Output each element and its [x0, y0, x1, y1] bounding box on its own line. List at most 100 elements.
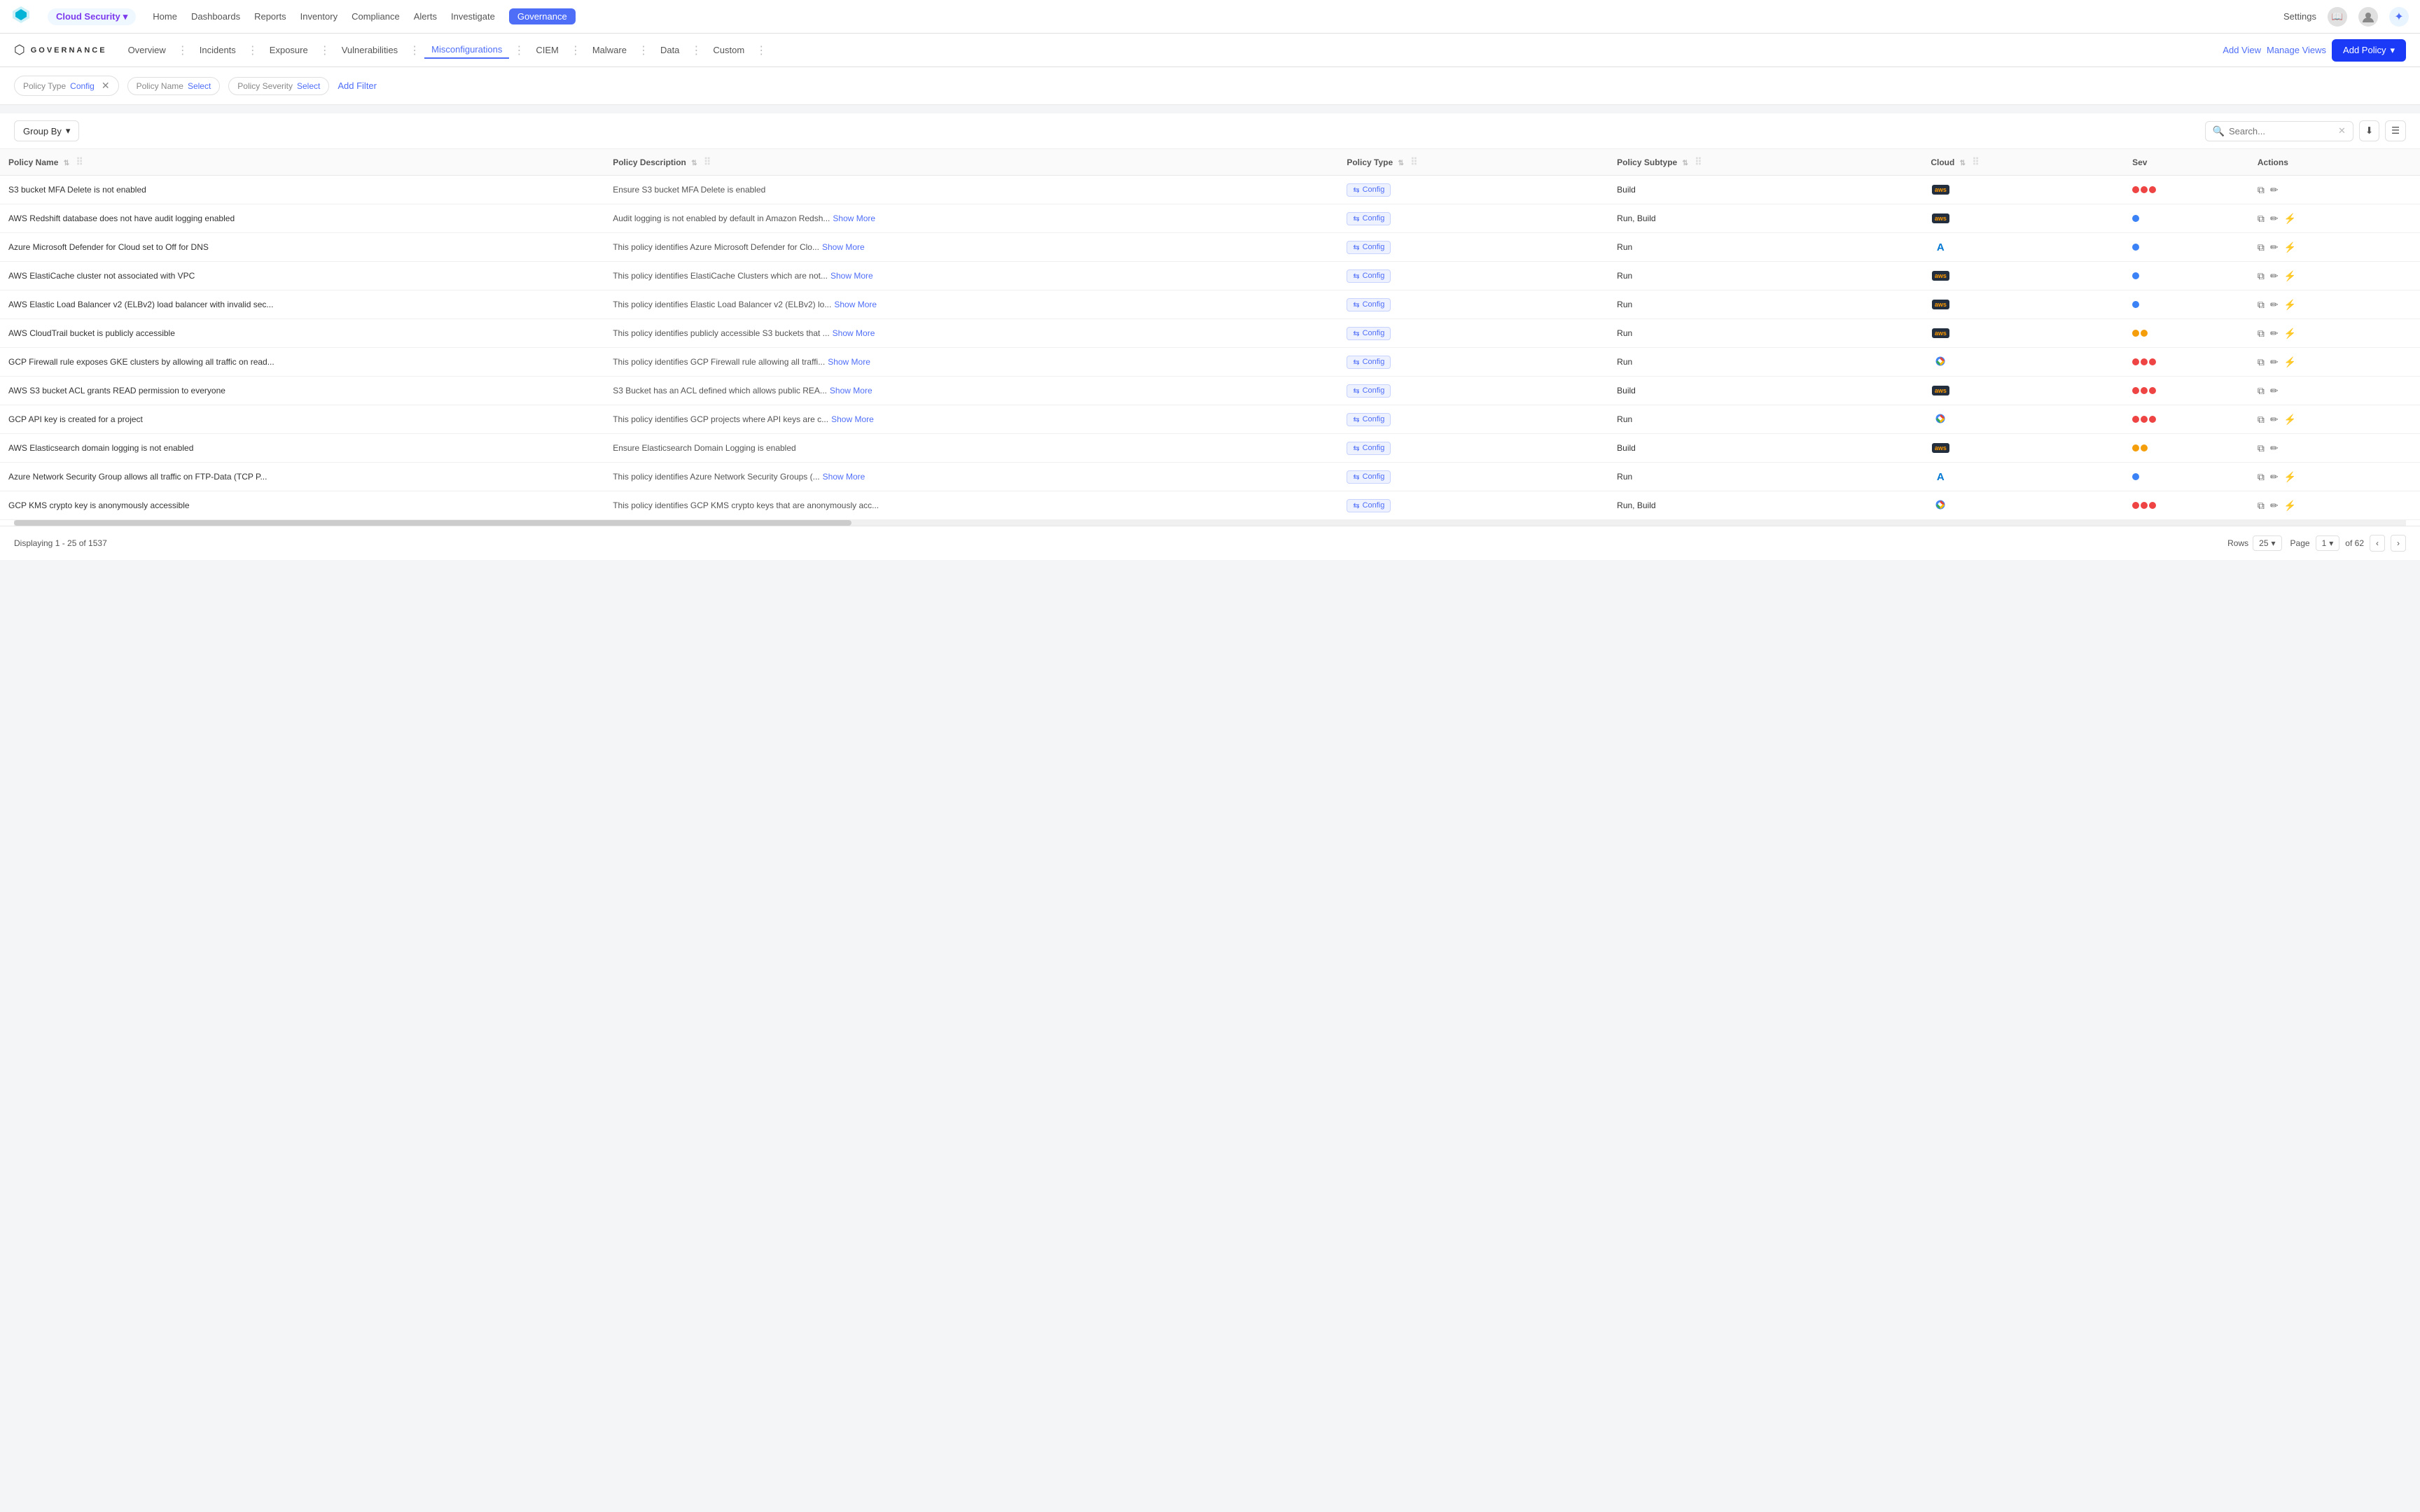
policy-type-filter[interactable]: Policy Type Config ✕	[14, 76, 119, 96]
copy-action[interactable]: ⧉	[2258, 385, 2265, 397]
policy-name-filter[interactable]: Policy Name Select	[127, 77, 221, 95]
show-more-link[interactable]: Show More	[834, 300, 877, 309]
ciem-menu[interactable]: ⋮	[569, 43, 583, 57]
misconfigurations-menu[interactable]: ⋮	[512, 43, 526, 57]
edit-action[interactable]: ✏	[2270, 414, 2279, 426]
edit-action[interactable]: ✏	[2270, 213, 2279, 225]
col-policy-desc[interactable]: Policy Description ⇅ ⠿	[604, 149, 1338, 176]
add-filter-button[interactable]: Add Filter	[338, 80, 377, 91]
show-more-link[interactable]: Show More	[830, 386, 872, 396]
copy-action[interactable]: ⧉	[2258, 442, 2265, 454]
page-dropdown[interactable]: 1 ▾	[2316, 536, 2340, 551]
nav-investigate[interactable]: Investigate	[451, 8, 495, 24]
manage-views-button[interactable]: Manage Views	[2267, 45, 2326, 55]
col-severity[interactable]: Sev	[2124, 149, 2249, 176]
copy-action[interactable]: ⧉	[2258, 414, 2265, 426]
incidents-menu[interactable]: ⋮	[246, 43, 260, 57]
col-cloud[interactable]: Cloud ⇅ ⠿	[1922, 149, 2124, 176]
sort-policy-type[interactable]: ⇅	[1398, 160, 1404, 167]
search-clear-icon[interactable]: ✕	[2338, 125, 2346, 136]
policy-type-close[interactable]: ✕	[102, 80, 110, 92]
sort-policy-desc[interactable]: ⇅	[691, 160, 697, 167]
edit-action[interactable]: ✏	[2270, 184, 2279, 196]
show-more-link[interactable]: Show More	[828, 357, 870, 367]
edit-action[interactable]: ✏	[2270, 442, 2279, 454]
horizontal-scrollbar[interactable]	[14, 520, 2406, 526]
custom-menu[interactable]: ⋮	[754, 43, 768, 57]
edit-action[interactable]: ✏	[2270, 356, 2279, 368]
more-action[interactable]: ⚡	[2284, 299, 2296, 311]
group-by-button[interactable]: Group By ▾	[14, 120, 79, 141]
search-box[interactable]: 🔍 ✕	[2205, 121, 2353, 141]
copy-action[interactable]: ⧉	[2258, 500, 2265, 512]
sort-cloud[interactable]: ⇅	[1960, 160, 1966, 167]
copy-action[interactable]: ⧉	[2258, 328, 2265, 340]
nav-governance[interactable]: Governance	[509, 8, 576, 24]
rows-dropdown[interactable]: 25 ▾	[2253, 536, 2281, 551]
exposure-menu[interactable]: ⋮	[318, 43, 332, 57]
copy-action[interactable]: ⧉	[2258, 299, 2265, 311]
sort-policy-name[interactable]: ⇅	[64, 160, 69, 167]
subnav-custom[interactable]: Custom	[706, 42, 751, 58]
prev-page-button[interactable]: ‹	[2370, 535, 2385, 552]
more-action[interactable]: ⚡	[2284, 270, 2296, 282]
col-policy-subtype[interactable]: Policy Subtype ⇅ ⠿	[1608, 149, 1922, 176]
scroll-thumb[interactable]	[14, 520, 851, 526]
copy-action[interactable]: ⧉	[2258, 356, 2265, 368]
more-action[interactable]: ⚡	[2284, 500, 2296, 512]
edit-action[interactable]: ✏	[2270, 471, 2279, 483]
nav-reports[interactable]: Reports	[254, 8, 286, 24]
nav-home[interactable]: Home	[153, 8, 177, 24]
more-action[interactable]: ⚡	[2284, 471, 2296, 483]
edit-action[interactable]: ✏	[2270, 270, 2279, 282]
malware-menu[interactable]: ⋮	[637, 43, 651, 57]
col-policy-name[interactable]: Policy Name ⇅ ⠿	[0, 149, 604, 176]
edit-action[interactable]: ✏	[2270, 328, 2279, 340]
sparkle-icon[interactable]: ✦	[2389, 7, 2409, 27]
copy-action[interactable]: ⧉	[2258, 184, 2265, 196]
show-more-link[interactable]: Show More	[830, 271, 873, 281]
nav-compliance[interactable]: Compliance	[352, 8, 400, 24]
drag-policy-name[interactable]: ⠿	[76, 156, 83, 167]
policy-severity-filter[interactable]: Policy Severity Select	[228, 77, 329, 95]
next-page-button[interactable]: ›	[2391, 535, 2406, 552]
nav-dashboards[interactable]: Dashboards	[191, 8, 240, 24]
show-more-link[interactable]: Show More	[831, 414, 874, 424]
drag-policy-type[interactable]: ⠿	[1410, 156, 1417, 167]
vulnerabilities-menu[interactable]: ⋮	[408, 43, 422, 57]
edit-action[interactable]: ✏	[2270, 241, 2279, 253]
copy-action[interactable]: ⧉	[2258, 241, 2265, 253]
edit-action[interactable]: ✏	[2270, 299, 2279, 311]
subnav-vulnerabilities[interactable]: Vulnerabilities	[335, 42, 405, 58]
book-icon[interactable]: 📖	[2328, 7, 2347, 27]
data-menu[interactable]: ⋮	[689, 43, 703, 57]
subnav-misconfigurations[interactable]: Misconfigurations	[424, 41, 509, 59]
nav-inventory[interactable]: Inventory	[300, 8, 338, 24]
copy-action[interactable]: ⧉	[2258, 270, 2265, 282]
download-button[interactable]: ⬇	[2359, 120, 2379, 141]
more-action[interactable]: ⚡	[2284, 213, 2296, 225]
copy-action[interactable]: ⧉	[2258, 213, 2265, 225]
search-input[interactable]	[2229, 126, 2334, 136]
more-action[interactable]: ⚡	[2284, 241, 2296, 253]
show-more-link[interactable]: Show More	[833, 214, 875, 223]
more-action[interactable]: ⚡	[2284, 328, 2296, 340]
copy-action[interactable]: ⧉	[2258, 471, 2265, 483]
col-policy-type[interactable]: Policy Type ⇅ ⠿	[1338, 149, 1608, 176]
subnav-incidents[interactable]: Incidents	[193, 42, 243, 58]
subnav-ciem[interactable]: CIEM	[529, 42, 566, 58]
drag-cloud[interactable]: ⠿	[1972, 156, 1979, 167]
nav-alerts[interactable]: Alerts	[414, 8, 437, 24]
add-policy-button[interactable]: Add Policy ▾	[2332, 39, 2406, 62]
avatar-icon[interactable]	[2358, 7, 2378, 27]
show-more-link[interactable]: Show More	[833, 328, 875, 338]
sort-policy-subtype[interactable]: ⇅	[1683, 160, 1688, 167]
settings-link[interactable]: Settings	[2283, 11, 2316, 22]
edit-action[interactable]: ✏	[2270, 385, 2279, 397]
more-action[interactable]: ⚡	[2284, 356, 2296, 368]
subnav-exposure[interactable]: Exposure	[263, 42, 315, 58]
show-more-link[interactable]: Show More	[823, 472, 865, 482]
subnav-overview[interactable]: Overview	[121, 42, 173, 58]
overview-menu[interactable]: ⋮	[176, 43, 190, 57]
show-more-link[interactable]: Show More	[822, 242, 865, 252]
